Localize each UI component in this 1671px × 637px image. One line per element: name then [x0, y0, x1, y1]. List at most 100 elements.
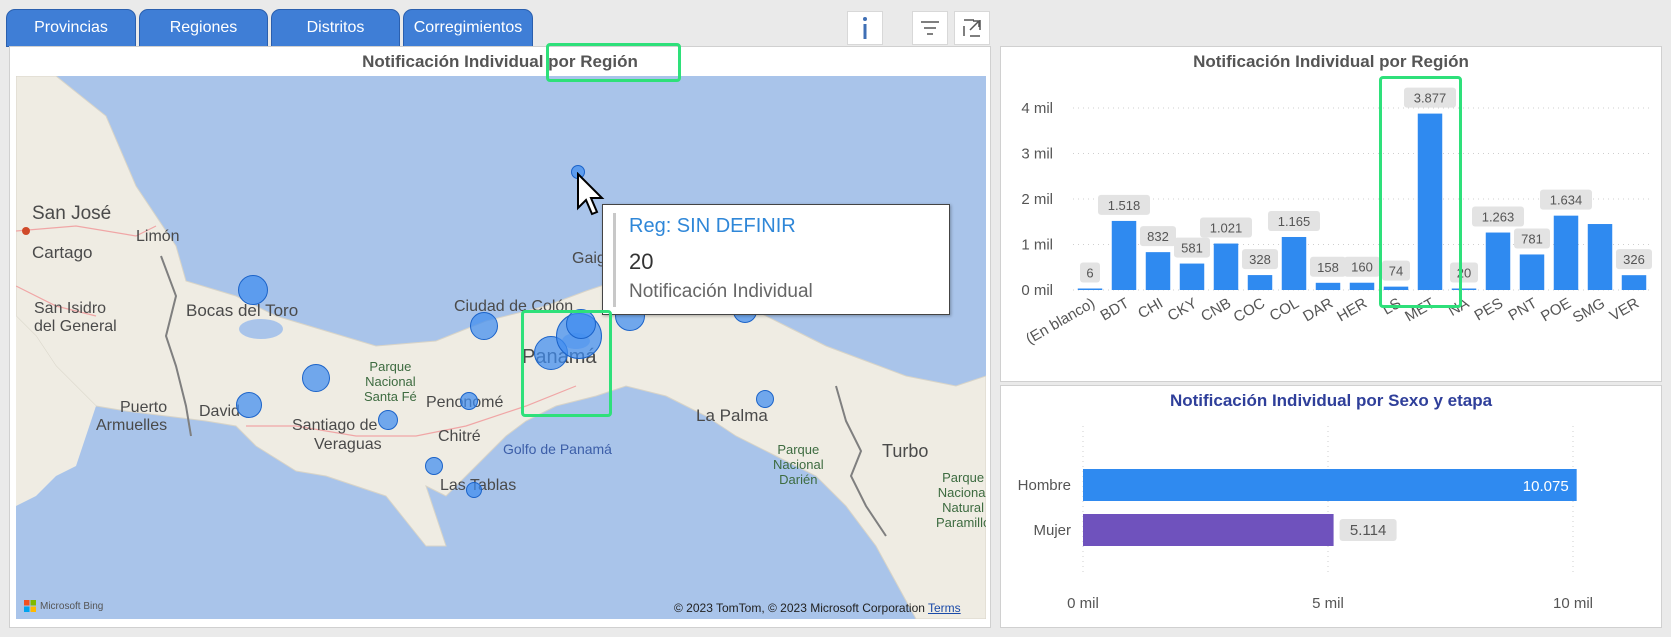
x-tick-label: DAR — [1300, 295, 1336, 326]
bar — [1553, 215, 1579, 290]
map-bubble[interactable] — [460, 392, 478, 410]
filter-icon — [921, 21, 939, 35]
map-bubble[interactable] — [236, 392, 262, 418]
park-darien-3: Darién — [779, 472, 818, 487]
tab-corregimientos[interactable]: Corregimientos — [403, 9, 533, 47]
data-label: 328 — [1249, 252, 1271, 267]
label-turbo: Turbo — [882, 441, 929, 461]
data-label: 5.114 — [1350, 522, 1386, 539]
tab-distritos[interactable]: Distritos — [271, 9, 400, 47]
data-label: 1.165 — [1278, 214, 1311, 229]
x-tick-label: SMG — [1570, 295, 1608, 327]
label-bocas: Bocas del Toro — [186, 301, 299, 320]
x-tick-label: 0 mil — [1067, 595, 1099, 612]
tab-bar: Provincias Regiones Distritos Corregimie… — [6, 9, 533, 47]
x-tick-label: (En blanco) — [1023, 295, 1098, 348]
map-attribution: © 2023 TomTom, © 2023 Microsoft Corporat… — [674, 601, 925, 615]
bar — [1621, 275, 1647, 290]
highlight-box — [521, 310, 612, 417]
park-paramillo-2: Nacional — [937, 485, 986, 500]
x-tick-label: CKY — [1165, 295, 1200, 325]
highlight-box — [546, 43, 681, 82]
map-bubble[interactable] — [378, 410, 398, 430]
map-bubble[interactable] — [466, 482, 482, 498]
bar-chart[interactable]: 0 mil 1 mil 2 mil 3 mil 4 mil 6 (En blanco) 1.5… — [1001, 47, 1661, 381]
hbar-chart-panel: Notificación Individual por Sexo y etapa… — [1000, 385, 1662, 628]
focus-mode-button[interactable] — [954, 11, 990, 45]
data-label: 1.263 — [1482, 210, 1515, 225]
x-tick-label: CNB — [1198, 295, 1234, 326]
data-label: 158 — [1317, 260, 1339, 275]
microsoft-logo-icon — [24, 600, 36, 612]
label-la-palma: La Palma — [696, 406, 768, 425]
map-bubble[interactable] — [756, 390, 774, 408]
bar — [1145, 252, 1171, 290]
map-bubble[interactable] — [470, 312, 498, 340]
x-tick-label: COC — [1231, 295, 1269, 326]
tab-regiones[interactable]: Regiones — [139, 9, 268, 47]
data-label: 10.075 — [1523, 478, 1569, 495]
bar — [1349, 282, 1375, 290]
label-santiago: Santiago de — [292, 417, 378, 434]
bar — [1315, 282, 1341, 290]
label-cartago: Cartago — [32, 243, 93, 262]
map-background — [16, 76, 986, 619]
x-tick-label: VER — [1607, 295, 1642, 325]
bar — [1485, 232, 1511, 290]
label-limon: Limón — [136, 228, 180, 245]
region-map[interactable]: San José Cartago Limón Bocas del Toro Sa… — [16, 76, 986, 619]
bar — [1281, 236, 1307, 290]
map-panel: Notificación Individual por Región San J… — [9, 46, 991, 628]
info-button[interactable] — [847, 11, 883, 45]
x-tick-label: 5 mil — [1312, 595, 1344, 612]
y-tick-label: 4 mil — [1021, 100, 1053, 117]
data-label: 781 — [1521, 231, 1543, 246]
y-tick-label: 3 mil — [1021, 146, 1053, 163]
hbar-chart[interactable]: 0 mil 5 mil 10 mil Hombre 10.075 Mujer 5.114 — [1001, 386, 1661, 627]
label-del-general: del General — [34, 318, 117, 335]
filter-button[interactable] — [912, 11, 948, 45]
park-darien-2: Nacional — [773, 457, 824, 472]
x-tick-label: POE — [1538, 295, 1574, 326]
y-tick-label: 2 mil — [1021, 191, 1053, 208]
x-tick-label: HER — [1334, 295, 1370, 326]
label-san-jose: San José — [32, 203, 112, 224]
y-tick-label: Hombre — [1018, 477, 1071, 494]
bing-logo: Microsoft Bing — [24, 600, 103, 612]
data-label: 1.021 — [1210, 221, 1243, 236]
map-title: Notificación Individual por Región — [362, 52, 638, 71]
focus-mode-icon — [963, 19, 981, 37]
label-armuelles: Armuelles — [96, 417, 168, 434]
bing-label: Microsoft Bing — [40, 600, 104, 612]
label-san-isidro: San Isidro — [34, 300, 107, 317]
map-bubble[interactable] — [425, 457, 443, 475]
data-label: 6 — [1086, 266, 1093, 281]
data-label: 1.634 — [1550, 193, 1583, 208]
bar — [1179, 263, 1205, 290]
data-label: 832 — [1147, 229, 1169, 244]
bar — [1083, 514, 1334, 546]
label-parque-paramillo: Parque Nacional Natural Paramillo — [936, 470, 986, 530]
x-tick-label: BDT — [1098, 295, 1132, 325]
tooltip-measure: Notificación Individual — [629, 281, 813, 302]
map-bubble[interactable] — [238, 275, 268, 305]
label-golfo: Golfo de Panamá — [503, 441, 612, 457]
park-paramillo-1: Parque — [942, 470, 985, 485]
tooltip-value: 20 — [629, 249, 654, 274]
y-tick-label: 1 mil — [1021, 237, 1053, 254]
data-label: 326 — [1623, 252, 1645, 267]
bar — [1083, 469, 1577, 501]
map-bubble[interactable] — [302, 364, 330, 392]
park-paramillo-3: Natural — [942, 500, 985, 515]
label-parque-darien: Parque Nacional Darién — [773, 442, 824, 487]
park-santa-fe-1: Parque — [369, 359, 412, 374]
y-tick-label: 0 mil — [1021, 282, 1053, 299]
label-david: David — [199, 403, 240, 420]
info-icon — [863, 17, 867, 39]
x-tick-label: PES — [1472, 295, 1506, 325]
tab-provincias[interactable]: Provincias — [6, 9, 136, 47]
map-terms-link[interactable]: Terms — [928, 601, 961, 615]
highlight-box — [1379, 76, 1462, 308]
park-santa-fe-3: Santa Fé — [364, 389, 417, 404]
label-puerto: Puerto — [120, 399, 168, 416]
